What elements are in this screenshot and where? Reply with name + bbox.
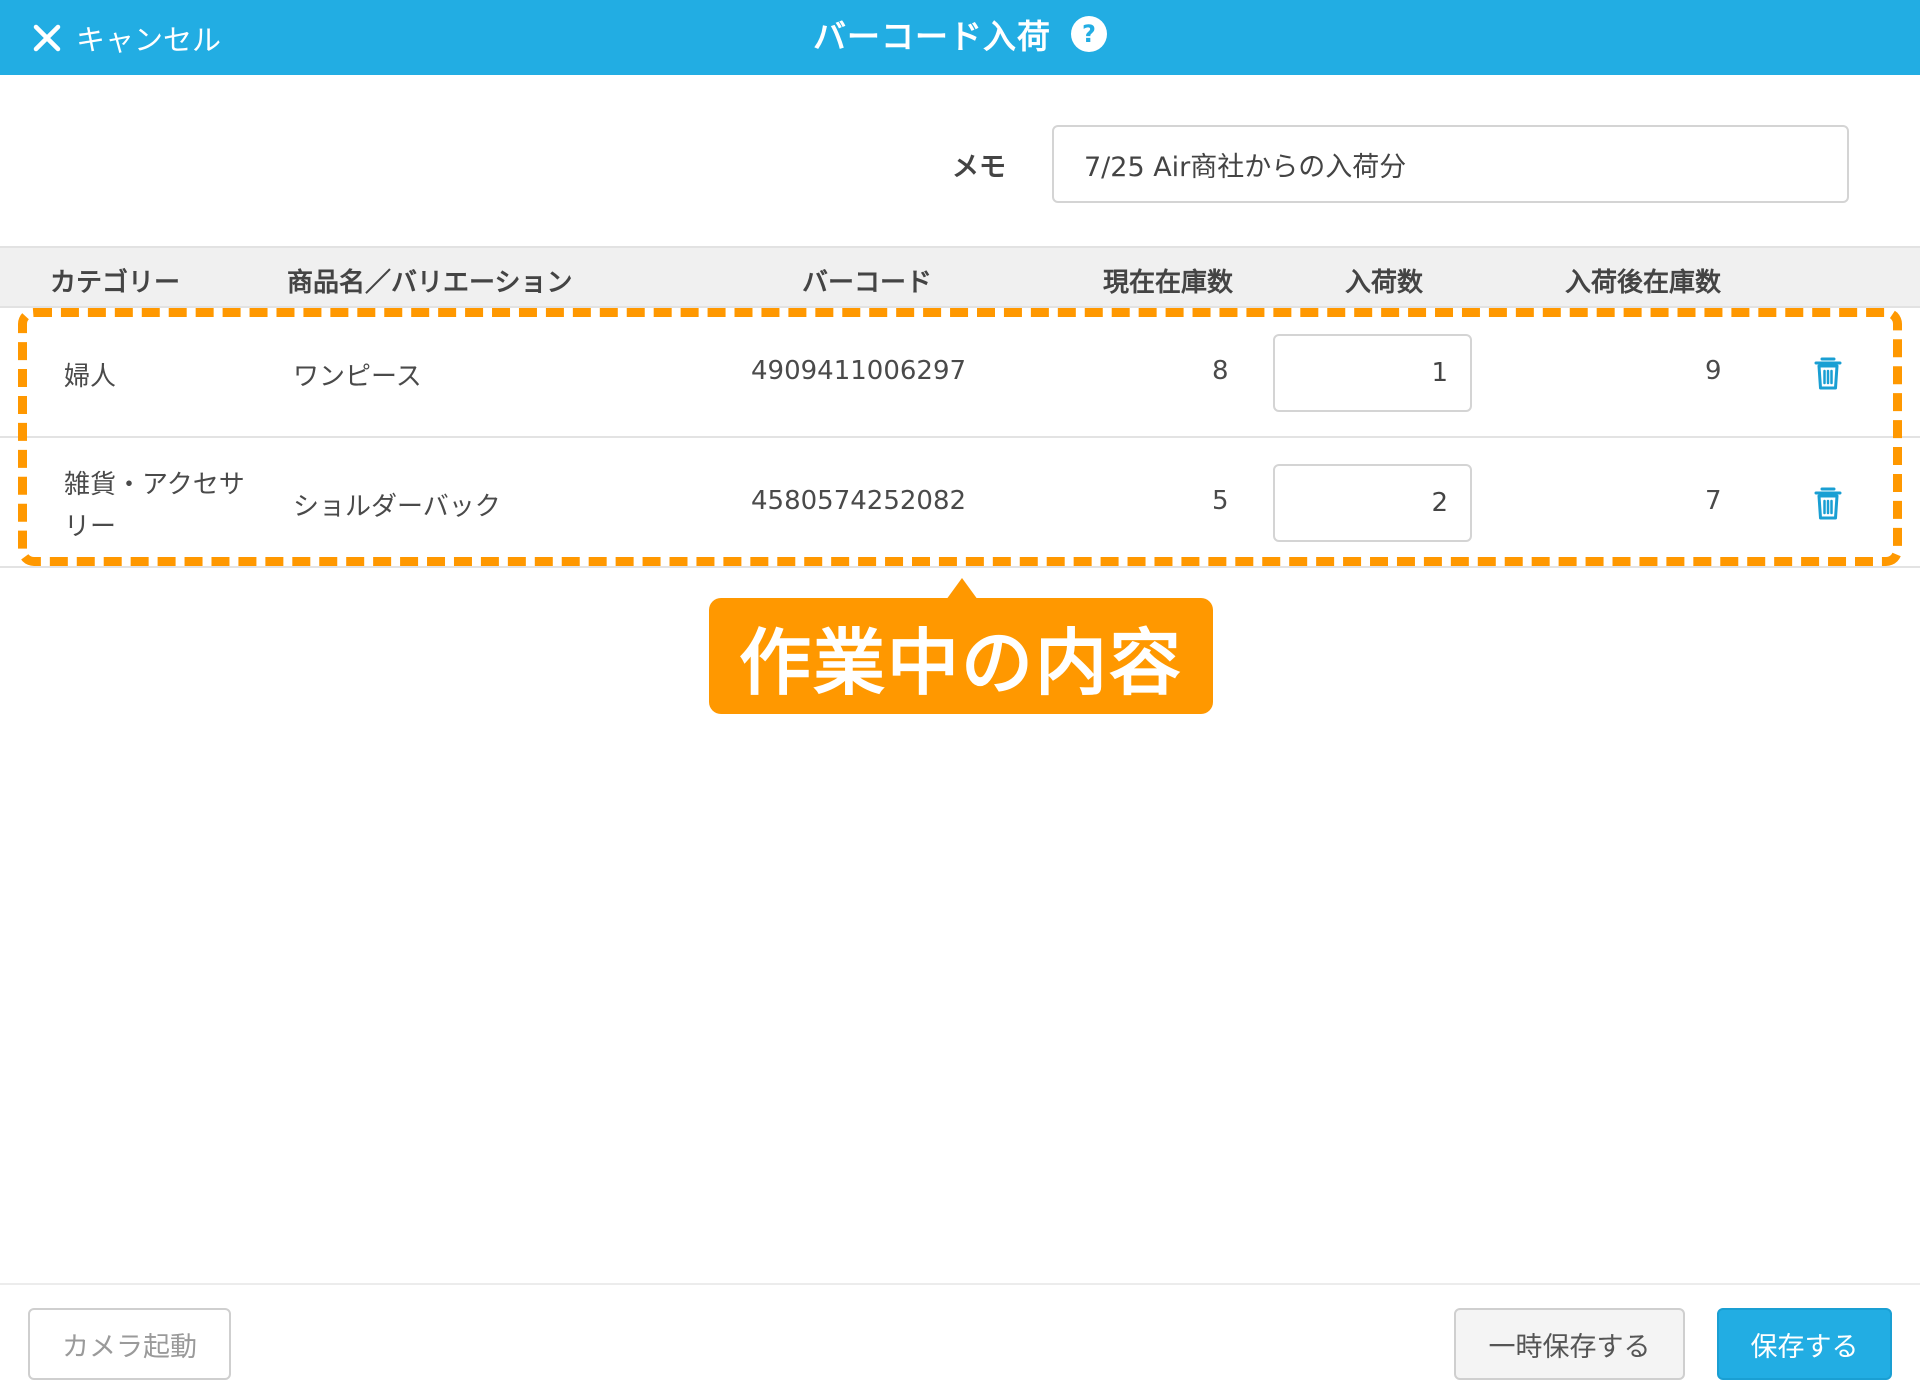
column-header-after-stock: 入荷後在庫数	[1565, 268, 1722, 298]
table-row: 婦人 ワンピース 4909411006297 8 9	[0, 308, 1920, 438]
current-stock-cell: 8	[1212, 356, 1229, 386]
after-stock-cell: 9	[1705, 356, 1722, 386]
trash-icon[interactable]	[1808, 353, 1848, 393]
callout-pointer	[946, 578, 978, 600]
memo-input[interactable]	[1052, 125, 1849, 203]
category-cell: 雑貨・アクセサ	[64, 470, 245, 500]
category-cell-line2: リー	[64, 512, 117, 542]
column-header-quantity: 入荷数	[1345, 268, 1424, 298]
barcode-cell: 4909411006297	[751, 356, 967, 386]
page-title: バーコード入荷	[813, 17, 1051, 56]
column-header-category: カテゴリー	[50, 268, 181, 298]
callout-label: 作業中の内容	[709, 598, 1213, 714]
help-icon[interactable]: ?	[1071, 16, 1107, 52]
current-stock-cell: 5	[1212, 486, 1229, 516]
category-cell: 婦人	[64, 362, 117, 392]
title-area: バーコード入荷 ?	[0, 12, 1920, 56]
column-header-barcode: バーコード	[802, 268, 933, 298]
camera-button[interactable]: カメラ起動	[28, 1308, 231, 1380]
after-stock-cell: 7	[1705, 486, 1722, 516]
header-bar: キャンセル バーコード入荷 ?	[0, 0, 1920, 75]
product-cell: ショルダーバック	[293, 492, 501, 522]
table-header: カテゴリー 商品名／バリエーション バーコード 現在在庫数 入荷数 入荷後在庫数	[0, 246, 1920, 308]
trash-icon[interactable]	[1808, 483, 1848, 523]
barcode-cell: 4580574252082	[751, 486, 967, 516]
temp-save-button[interactable]: 一時保存する	[1454, 1308, 1685, 1380]
quantity-input[interactable]	[1273, 334, 1472, 412]
product-cell: ワンピース	[293, 362, 422, 392]
table-row: 雑貨・アクセサ リー ショルダーバック 4580574252082 5 7	[0, 438, 1920, 568]
save-button[interactable]: 保存する	[1717, 1308, 1892, 1380]
memo-label: メモ	[952, 152, 1006, 183]
column-header-product: 商品名／バリエーション	[287, 268, 573, 298]
barcode-receiving-screen: キャンセル バーコード入荷 ? メモ カテゴリー 商品名／バリエーション バーコ…	[0, 0, 1920, 1400]
footer-bar: カメラ起動 一時保存する 保存する	[0, 1283, 1920, 1400]
quantity-input[interactable]	[1273, 464, 1472, 542]
column-header-current-stock: 現在在庫数	[1103, 268, 1234, 298]
